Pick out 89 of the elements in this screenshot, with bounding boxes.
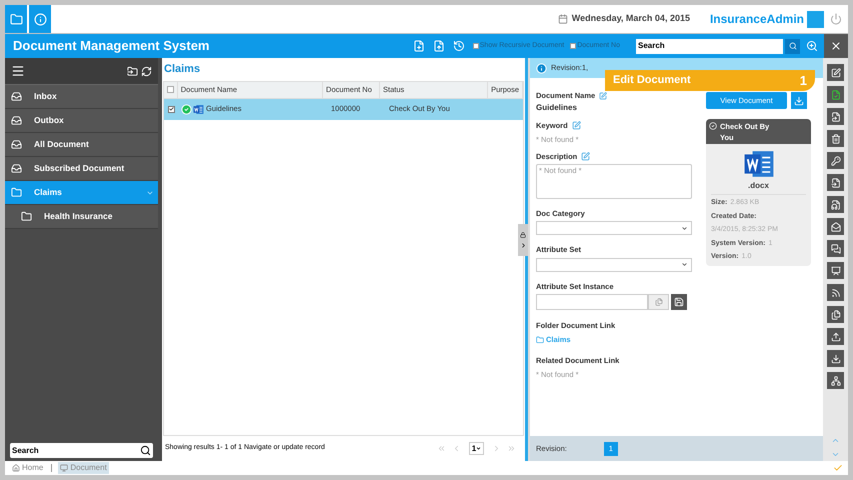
panel-toggle[interactable] [518, 224, 528, 256]
app-title: Document Management System [13, 37, 210, 56]
scroll-up-icon[interactable] [831, 436, 840, 445]
doc-category-select[interactable] [536, 221, 692, 236]
word-document-icon [742, 148, 774, 180]
close-icon [830, 40, 842, 52]
refresh-icon[interactable] [141, 66, 152, 76]
save-icon [674, 296, 684, 307]
hierarchy-icon[interactable] [827, 372, 844, 389]
sidebar-item[interactable]: Inbox [5, 85, 158, 109]
previous-page-icon[interactable] [452, 444, 461, 453]
check-icon [833, 463, 843, 473]
edit-icon[interactable] [827, 64, 844, 81]
inbox-icon [11, 91, 22, 102]
info-icon [536, 62, 547, 74]
file-play-icon[interactable] [827, 196, 844, 213]
attribute-set-select[interactable] [536, 258, 692, 272]
user-avatar [807, 10, 824, 28]
search-field[interactable]: Search [10, 443, 153, 458]
sidebar-item[interactable]: Health Insurance [5, 205, 158, 229]
sidebar-item[interactable]: All Document [5, 133, 158, 157]
caret-icon [681, 261, 688, 268]
monitor-icon [60, 464, 68, 472]
file-return-icon[interactable] [827, 108, 844, 125]
inbox-icon [11, 139, 22, 150]
last-page-icon[interactable] [507, 444, 516, 453]
key-icon[interactable] [827, 152, 844, 169]
folder-icon [536, 336, 544, 344]
panel-title: Claims [163, 62, 202, 77]
save-button[interactable] [671, 294, 687, 310]
info-icon [34, 12, 46, 26]
upload-file-icon[interactable] [432, 40, 445, 52]
calendar-icon [558, 14, 568, 24]
document-name: Guidelines [536, 102, 578, 114]
envelope-icon[interactable] [827, 218, 844, 235]
search-icon [788, 42, 796, 50]
caret-icon [476, 446, 482, 451]
folder-icon [10, 12, 22, 26]
download-icon [794, 96, 804, 106]
zoom-icon[interactable] [806, 40, 818, 52]
sidebar-item[interactable]: Subscribed Document [5, 157, 158, 181]
download-icon[interactable] [827, 350, 844, 367]
chevron-icon [520, 242, 526, 248]
caret-icon [681, 224, 688, 232]
board-icon[interactable] [827, 262, 844, 279]
word-file-icon [193, 104, 204, 114]
inbox-icon [11, 115, 22, 126]
trash-icon[interactable] [827, 130, 844, 147]
check-circle-icon [709, 122, 717, 130]
feed-icon[interactable] [827, 284, 844, 301]
sidebar-item[interactable]: Outbox [5, 109, 158, 133]
file-type: .docx [747, 180, 770, 192]
search-field[interactable]: Search [636, 38, 783, 54]
attribute-instance-field[interactable] [536, 294, 648, 310]
check-icon [168, 106, 174, 112]
history-icon[interactable] [452, 40, 465, 52]
user-name: InsuranceAdmin [710, 11, 804, 28]
checkbox[interactable] [166, 86, 174, 93]
checkbox[interactable] [472, 43, 479, 49]
inbox-icon [11, 163, 22, 174]
folder-icon [11, 187, 22, 198]
page-select[interactable]: 1 [469, 442, 484, 455]
first-page-icon[interactable] [437, 444, 446, 453]
close-button[interactable] [824, 34, 848, 58]
search-button[interactable] [785, 38, 800, 54]
check-circle-icon [181, 104, 192, 114]
checkbox[interactable] [570, 43, 576, 49]
folder-icon [21, 211, 32, 222]
breadcrumb-item[interactable]: Home [10, 462, 46, 474]
home-icon [12, 464, 20, 472]
edit-document-callout: Edit Document 1 [605, 70, 815, 91]
files-icon[interactable] [827, 306, 844, 323]
date-text: Wednesday, March 04, 2015 [572, 12, 690, 26]
messages-icon[interactable] [827, 240, 844, 257]
power-icon[interactable] [830, 13, 842, 25]
search-icon [140, 445, 151, 456]
download-button[interactable] [791, 92, 807, 109]
new-file-icon[interactable] [412, 40, 425, 52]
info-button[interactable] [29, 5, 51, 33]
checkbox[interactable] [168, 106, 174, 112]
next-page-icon[interactable] [492, 444, 501, 453]
folder-move-icon[interactable] [127, 66, 138, 76]
folder-button[interactable] [5, 5, 27, 33]
lock-icon [520, 232, 526, 238]
menu-icon[interactable] [11, 64, 25, 78]
table-icon [654, 298, 662, 306]
upload-icon[interactable] [827, 328, 844, 345]
scroll-down-icon[interactable] [831, 450, 840, 459]
file-check-icon[interactable] [827, 86, 844, 103]
